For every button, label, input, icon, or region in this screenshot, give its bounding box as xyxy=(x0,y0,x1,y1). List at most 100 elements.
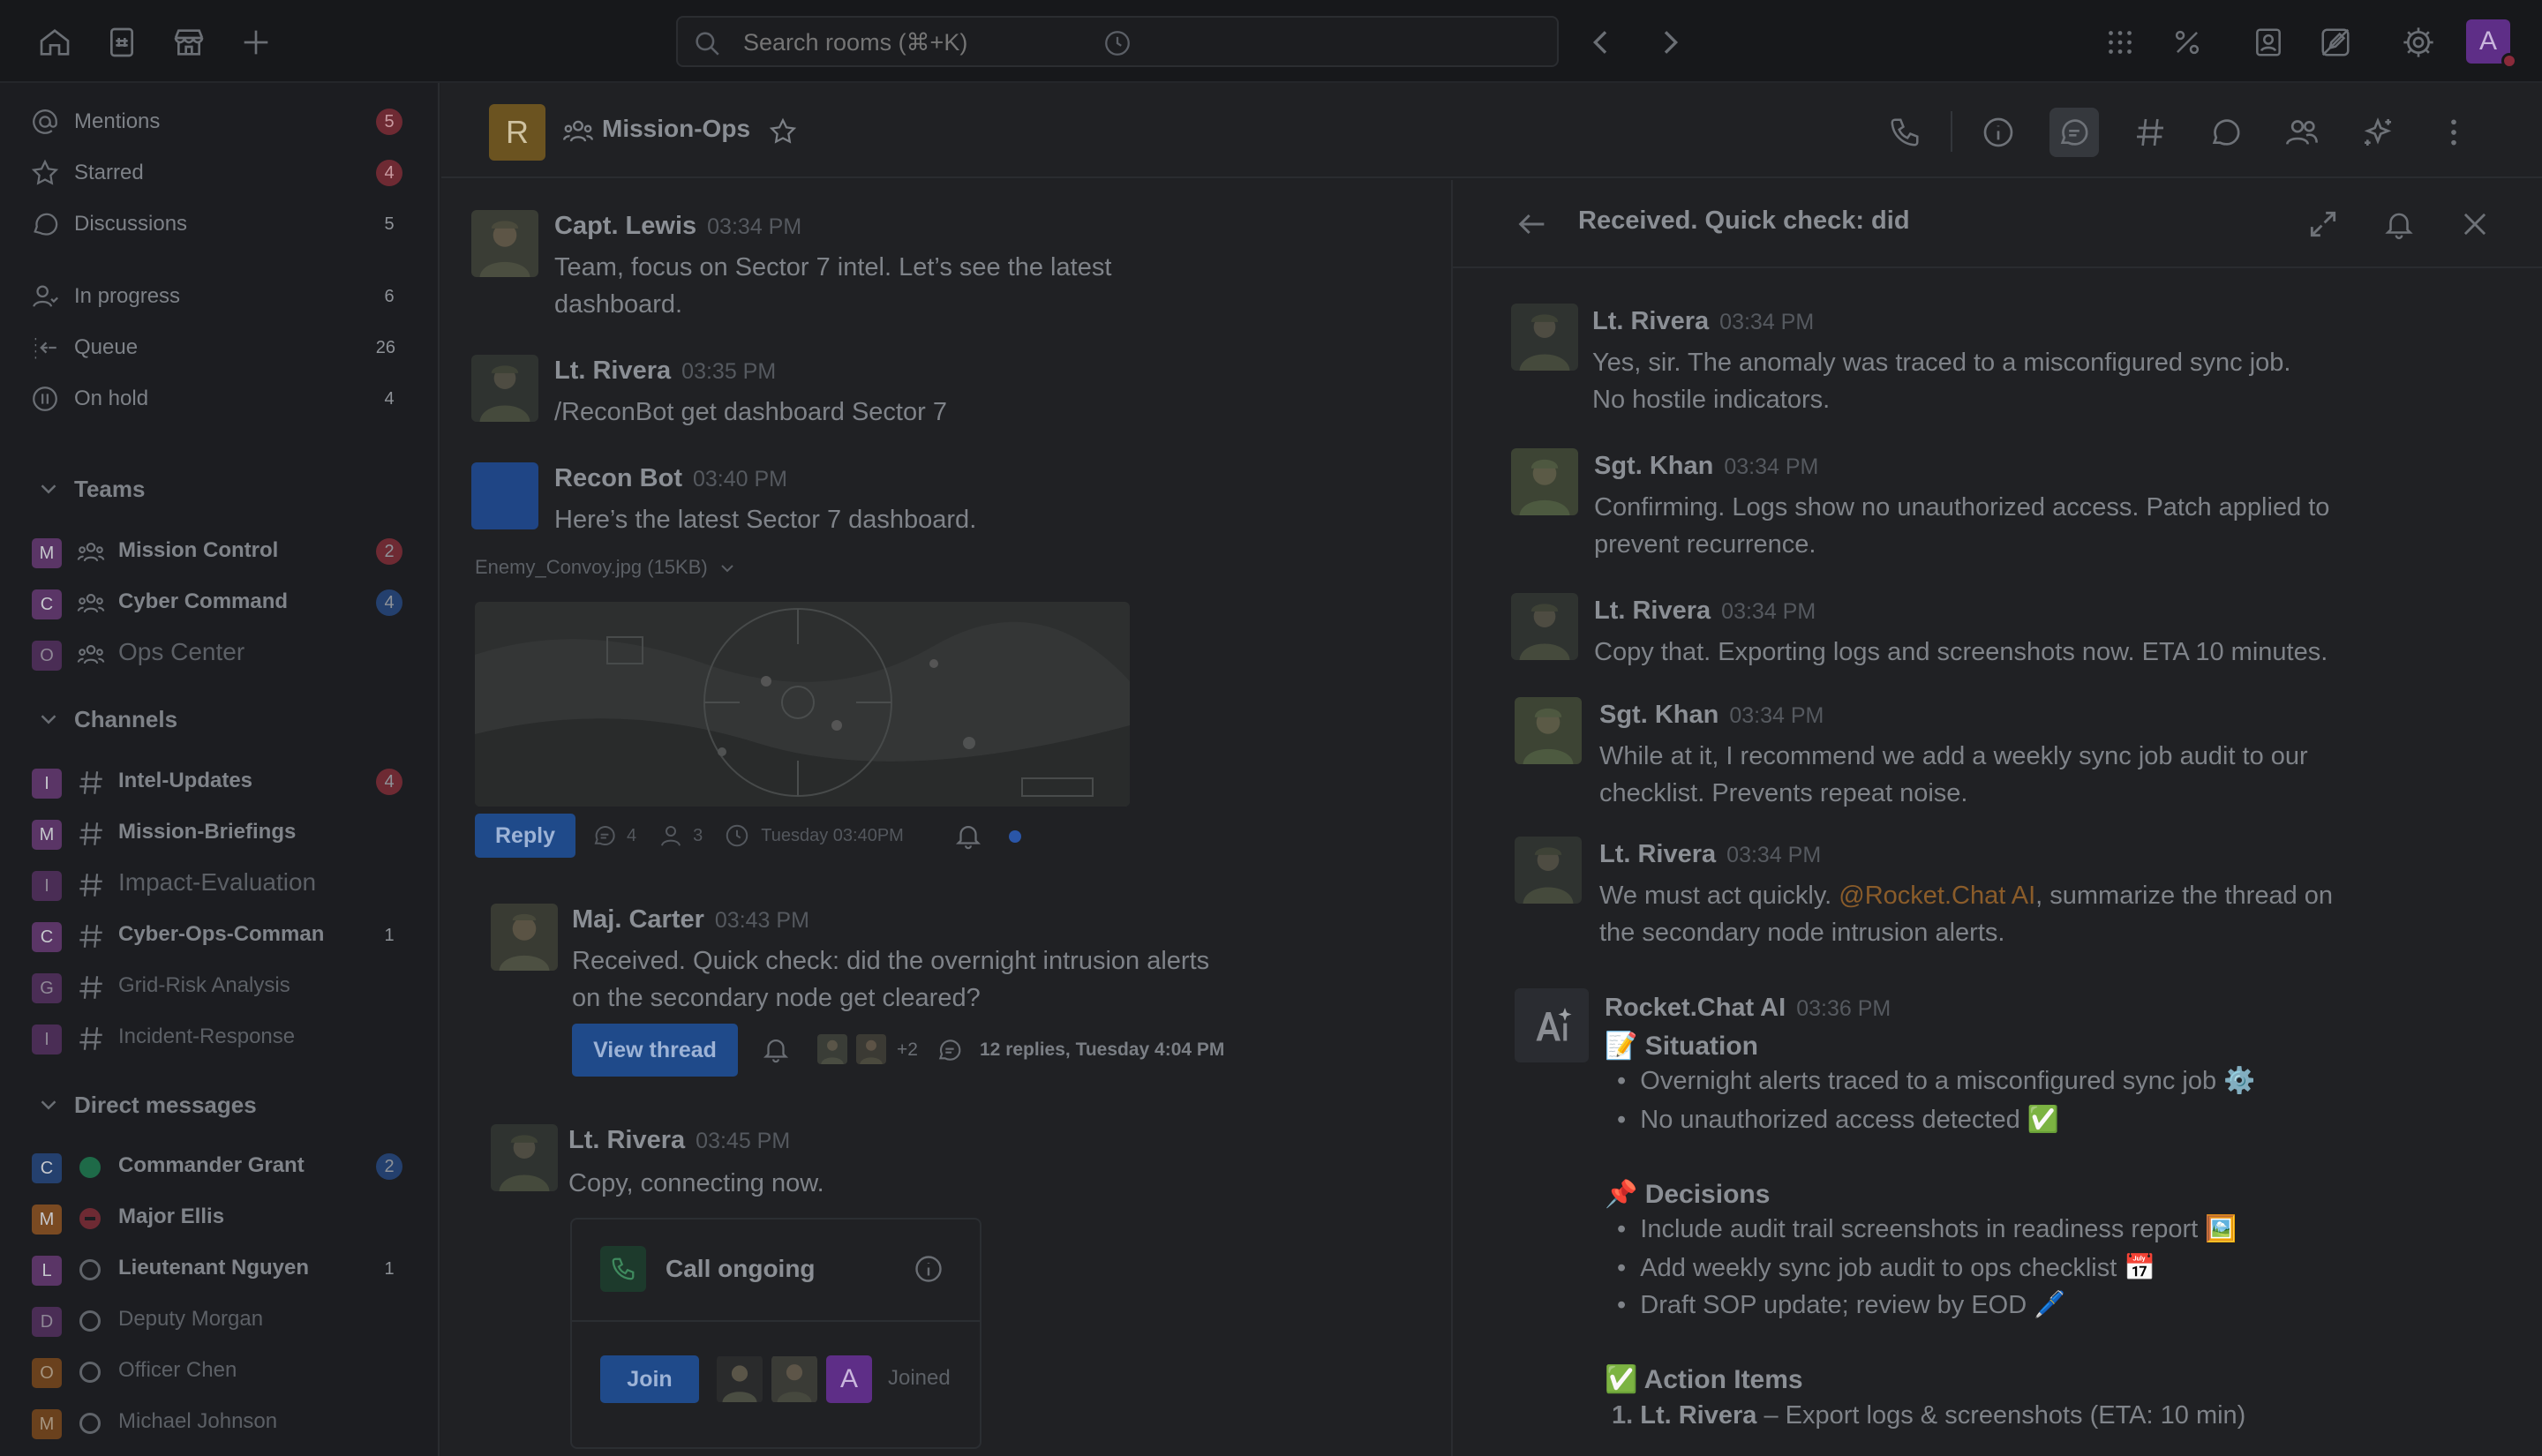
timestamp: 03:35 PM xyxy=(681,359,777,384)
sender-name[interactable]: Sgt. Khan 03:34 PM xyxy=(1594,452,1818,481)
settings-icon[interactable] xyxy=(2397,21,2440,64)
sidebar-item-cyber-command[interactable]: C Cyber Command 4 xyxy=(0,578,440,627)
room-avatar[interactable]: R xyxy=(489,104,545,161)
threads-icon[interactable] xyxy=(2049,108,2099,157)
star-icon[interactable] xyxy=(768,116,798,146)
sidebar-item-major-ellis[interactable]: M Major Ellis xyxy=(0,1193,440,1242)
avatar[interactable] xyxy=(471,210,538,277)
sidebar-item-mission-briefings[interactable]: M Mission-Briefings xyxy=(0,808,440,858)
percent-icon[interactable] xyxy=(2166,21,2208,64)
thread-header: Received. Quick check: did xyxy=(1453,180,2542,268)
bell-icon[interactable] xyxy=(761,1034,791,1064)
status-offline-icon xyxy=(79,1413,101,1434)
plus-icon[interactable] xyxy=(235,21,277,64)
back-arrow-icon[interactable] xyxy=(1509,201,1555,247)
unread-dot xyxy=(1009,830,1021,843)
thread-summary[interactable]: 12 replies, Tuesday 4:04 PM xyxy=(980,1039,1224,1061)
members-icon[interactable] xyxy=(2277,108,2327,157)
sidebar-item-on-hold[interactable]: On hold 4 xyxy=(0,374,440,424)
reply-button[interactable]: Reply xyxy=(475,814,575,858)
sidebar-item-grid-risk-analysis[interactable]: G Grid-Risk Analysis xyxy=(0,962,440,1011)
sender-name[interactable]: Rocket.Chat AI 03:36 PM xyxy=(1605,994,1891,1023)
sidebar-item-michael-johnson[interactable]: M Michael Johnson xyxy=(0,1398,440,1447)
directory-icon[interactable] xyxy=(101,21,143,64)
user-status-badge xyxy=(2501,53,2517,69)
avatar[interactable] xyxy=(491,904,558,971)
sidebar-item-discussions[interactable]: Discussions 5 xyxy=(0,199,440,249)
unread-badge: 4 xyxy=(376,589,402,616)
sidebar-item-intel-updates[interactable]: I Intel-Updates 4 xyxy=(0,757,440,807)
call-icon[interactable] xyxy=(1880,108,1929,157)
unread-badge: 5 xyxy=(376,109,402,135)
sender-name[interactable]: Lt. Rivera 03:34 PM xyxy=(1599,840,1821,869)
bot-avatar[interactable] xyxy=(471,462,538,529)
timestamp: 03:36 PM xyxy=(1796,996,1891,1021)
edit-off-icon[interactable] xyxy=(2314,21,2357,64)
clock-icon xyxy=(724,822,750,849)
search-box[interactable] xyxy=(676,16,1559,67)
mention-link[interactable]: @Rocket.Chat AI xyxy=(1839,882,2035,910)
sidebar-item-starred[interactable]: Starred 4 xyxy=(0,148,440,198)
avatar[interactable] xyxy=(471,355,538,422)
apps-icon[interactable] xyxy=(2099,21,2141,64)
sidebar-item-lieutenant-nguyen[interactable]: L Lieutenant Nguyen 1 xyxy=(0,1244,440,1294)
info-icon[interactable] xyxy=(1974,108,2023,157)
marketplace-icon[interactable] xyxy=(168,21,210,64)
user-avatar[interactable]: A xyxy=(2466,19,2517,69)
avatar[interactable] xyxy=(1511,593,1578,660)
forward-icon[interactable] xyxy=(1649,21,1691,64)
avatar[interactable] xyxy=(1511,448,1578,515)
discussion-icon[interactable] xyxy=(2201,108,2251,157)
ai-sparkle-icon[interactable] xyxy=(2353,108,2403,157)
sender-name[interactable]: Sgt. Khan 03:34 PM xyxy=(1599,701,1824,730)
sidebar-item-mission-control[interactable]: M Mission Control 2 xyxy=(0,527,440,576)
sender-name[interactable]: Maj. Carter 03:43 PM xyxy=(572,905,809,934)
history-icon[interactable] xyxy=(692,28,1543,58)
attachment-name[interactable]: Enemy_Convoy.jpg (15KB) xyxy=(475,556,738,579)
sender-name[interactable]: Lt. Rivera 03:45 PM xyxy=(568,1126,790,1155)
view-thread-button[interactable]: View thread xyxy=(572,1024,738,1077)
ai-avatar[interactable] xyxy=(1515,988,1589,1062)
bell-icon[interactable] xyxy=(953,821,983,851)
kebab-menu-icon[interactable] xyxy=(2429,108,2478,157)
channels-icon[interactable] xyxy=(2125,108,2175,157)
attachment-image[interactable] xyxy=(475,602,1130,807)
message-text: on the secondary node get cleared? xyxy=(572,984,981,1012)
info-icon[interactable] xyxy=(913,1253,944,1285)
sender-name[interactable]: Lt. Rivera 03:35 PM xyxy=(554,356,776,386)
sidebar-item-impact-evaluation[interactable]: I Impact-Evaluation xyxy=(0,859,440,909)
chevron-down-icon[interactable] xyxy=(717,558,738,579)
sidebar: Mentions 5 Starred 4 Discussions 5 In pr… xyxy=(0,83,440,1456)
sidebar-item-ops-center[interactable]: O Ops Center xyxy=(0,629,440,679)
more-participants: +2 xyxy=(897,1039,918,1060)
timestamp: 03:34 PM xyxy=(1726,843,1822,867)
sender-name[interactable]: Lt. Rivera 03:34 PM xyxy=(1592,307,1814,336)
sidebar-item-deputy-morgan[interactable]: D Deputy Morgan xyxy=(0,1295,440,1345)
sender-name[interactable]: Capt. Lewis 03:34 PM xyxy=(554,212,801,241)
sidebar-item-commander-grant[interactable]: C Commander Grant 2 xyxy=(0,1142,440,1191)
join-button[interactable]: Join xyxy=(600,1355,699,1403)
sender-name-text: Lt. Rivera xyxy=(1592,307,1710,335)
sidebar-item-mentions[interactable]: Mentions 5 xyxy=(0,97,440,146)
back-icon[interactable] xyxy=(1580,21,1622,64)
hashtag-icon xyxy=(76,870,106,900)
sidebar-item-incident-response[interactable]: I Incident-Response xyxy=(0,1013,440,1062)
avatar[interactable] xyxy=(1515,697,1582,764)
sidebar-item-officer-chen[interactable]: O Officer Chen xyxy=(0,1347,440,1396)
close-icon[interactable] xyxy=(2452,201,2498,247)
sender-name[interactable]: Lt. Rivera 03:34 PM xyxy=(1594,597,1816,626)
sidebar-item-cyber-ops-command[interactable]: C Cyber-Ops-Comman 1 xyxy=(0,911,440,960)
expand-icon[interactable] xyxy=(2300,201,2346,247)
participants-icon xyxy=(658,822,684,849)
avatar[interactable] xyxy=(1515,837,1582,904)
sender-name-text: Recon Bot xyxy=(554,464,682,492)
avatar[interactable] xyxy=(1511,304,1578,371)
unread-badge: 4 xyxy=(376,769,402,795)
address-book-icon[interactable] xyxy=(2247,21,2290,64)
sidebar-item-in-progress[interactable]: In progress 6 xyxy=(0,272,440,321)
avatar[interactable] xyxy=(491,1124,558,1191)
bell-icon[interactable] xyxy=(2376,201,2422,247)
home-icon[interactable] xyxy=(34,21,76,64)
sidebar-item-queue[interactable]: Queue 26 xyxy=(0,323,440,372)
sender-name[interactable]: Recon Bot 03:40 PM xyxy=(554,464,787,493)
